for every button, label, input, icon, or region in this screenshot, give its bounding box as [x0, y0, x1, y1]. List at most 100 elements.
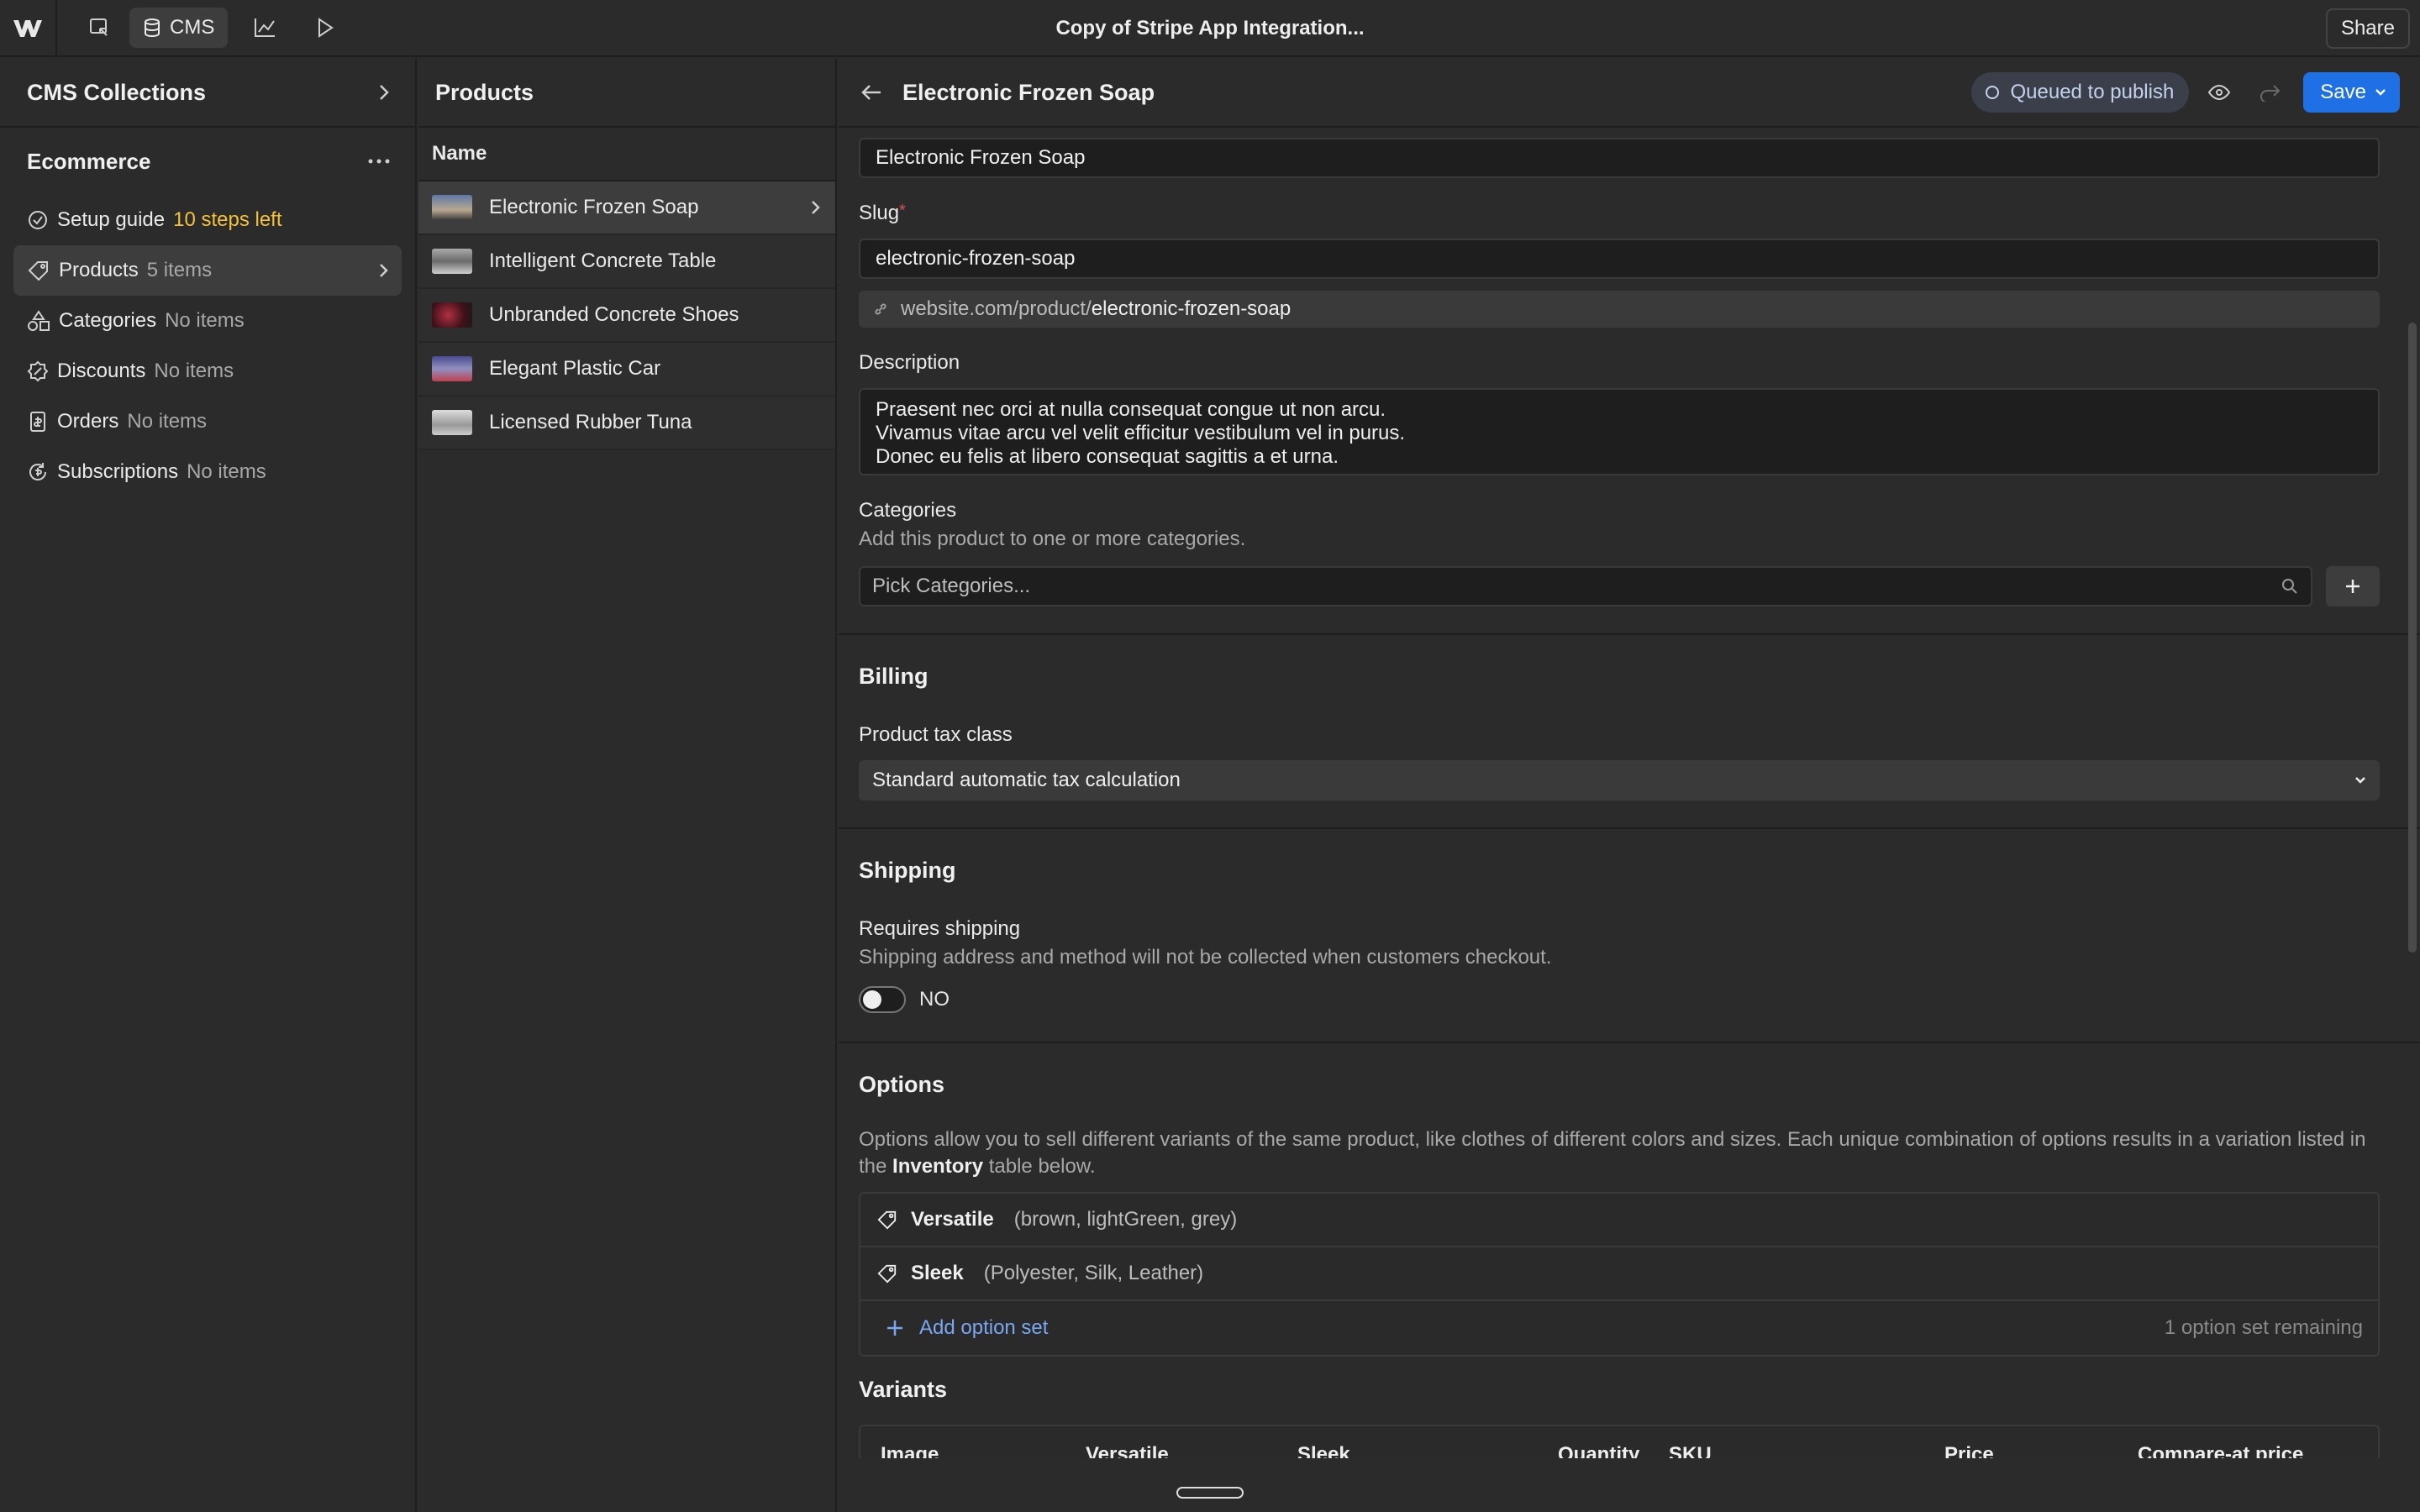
variants-table: Image Versatile Sleek Quantity SKU Price… [859, 1425, 2380, 1458]
tax-class-label: Product tax class [859, 723, 1013, 746]
sidebar-item-products[interactable]: Products 5 items [13, 245, 402, 296]
status-label: Queued to publish [2010, 81, 2175, 103]
slug-label: Slug* [859, 202, 2380, 225]
chevron-down-icon[interactable] [2375, 88, 2386, 97]
sidebar-item-categories[interactable]: Categories No items [13, 296, 402, 346]
chevron-down-icon [2355, 777, 2365, 784]
categories-label: Categories [859, 499, 957, 522]
options-help: Options allow you to sell different vari… [859, 1126, 2381, 1180]
shipping-toggle-label: NO [919, 988, 950, 1011]
pages-icon[interactable] [76, 8, 123, 48]
sidebar-item-orders[interactable]: Orders No items [13, 396, 402, 447]
cms-tab-label: CMS [170, 16, 215, 39]
sidebar-item-count: No items [187, 460, 266, 483]
product-row[interactable]: Licensed Rubber Tuna [418, 396, 835, 450]
chevron-right-icon [380, 264, 388, 277]
redo-icon[interactable] [2249, 72, 2290, 113]
variants-column-header[interactable]: Compare-at price [2138, 1443, 2303, 1458]
sidebar-item-label: Categories [59, 309, 157, 332]
product-thumbnail [432, 249, 472, 274]
name-field[interactable]: Electronic Frozen Soap [859, 138, 2380, 178]
tax-class-value: Standard automatic tax calculation [872, 769, 1181, 791]
categories-input[interactable]: Pick Categories... [859, 566, 2312, 606]
scrollbar[interactable] [2408, 323, 2417, 953]
option-set-values: (Polyester, Silk, Leather) [983, 1262, 1204, 1284]
tag-icon [877, 1264, 897, 1284]
cms-tab-button[interactable]: CMS [129, 8, 229, 48]
variants-column-header[interactable]: Sleek [1297, 1443, 1350, 1458]
sidebar-item-count: No items [165, 309, 245, 332]
section-divider [839, 1042, 2420, 1043]
sidebar-item-count: No items [154, 360, 234, 382]
horizontal-scroll-handle[interactable] [1176, 1487, 1244, 1499]
products-list-panel: Products Name Electronic Frozen Soap Int… [418, 59, 837, 1512]
subscription-icon [29, 463, 46, 480]
categories-placeholder: Pick Categories... [872, 575, 1031, 597]
option-set-name: Versatile [911, 1208, 994, 1231]
database-icon [145, 18, 160, 38]
categories-help: Add this product to one or more categori… [859, 528, 1246, 550]
tax-class-select[interactable]: Standard automatic tax calculation [859, 760, 2380, 801]
slug-url: website.com/product/electronic-frozen-so… [901, 297, 1291, 321]
play-icon[interactable] [302, 8, 349, 48]
save-button[interactable]: Save [2303, 72, 2400, 113]
product-row[interactable]: Electronic Frozen Soap [418, 181, 835, 235]
chevron-right-icon[interactable] [378, 83, 390, 102]
variants-column-header[interactable]: Price [1944, 1443, 1994, 1458]
variants-column-header[interactable]: Quantity [1558, 1443, 1639, 1458]
name-column-header[interactable]: Name [418, 128, 835, 181]
sidebar-item-discounts[interactable]: Discounts No items [13, 346, 402, 396]
sidebar-item-label: Discounts [57, 360, 146, 382]
slug-field[interactable]: electronic-frozen-soap [859, 239, 2380, 279]
more-options-icon[interactable] [368, 158, 390, 165]
analytics-icon[interactable] [241, 8, 288, 48]
cms-collections-title: CMS Collections [27, 79, 207, 105]
add-option-set-button[interactable]: Add option set [919, 1316, 1048, 1340]
shipping-toggle-row: NO [859, 986, 2380, 1013]
slug-url-path: electronic-frozen-soap [1091, 297, 1292, 320]
description-textarea[interactable]: Praesent nec orci at nulla consequat con… [859, 388, 2380, 475]
product-detail-header: Electronic Frozen Soap Queued to publish… [839, 59, 2420, 128]
variants-column-header[interactable]: Image [881, 1443, 939, 1458]
description-label: Description [859, 351, 960, 374]
sidebar-item-label: Products [59, 259, 139, 281]
back-arrow-icon[interactable] [860, 83, 882, 102]
product-thumbnail [432, 302, 472, 328]
shipping-help: Shipping address and method will not be … [859, 946, 1552, 969]
product-detail-title: Electronic Frozen Soap [902, 79, 1155, 105]
preview-eye-icon[interactable] [2199, 72, 2239, 113]
share-button[interactable]: Share [2325, 8, 2410, 49]
cms-collections-header: CMS Collections [0, 59, 415, 128]
check-circle-icon [29, 211, 47, 229]
shipping-toggle[interactable] [859, 986, 906, 1013]
product-row[interactable]: Elegant Plastic Car [418, 343, 835, 396]
sidebar-item-setup-guide[interactable]: Setup guide 10 steps left [13, 195, 402, 245]
receipt-icon [30, 412, 45, 432]
variants-column-header[interactable]: SKU [1669, 1443, 1712, 1458]
product-name: Electronic Frozen Soap [489, 196, 699, 218]
description-line: Vivamus vitae arcu vel velit efficitur v… [876, 422, 1406, 444]
option-set-row[interactable]: Sleek (Polyester, Silk, Leather) [860, 1247, 2378, 1301]
sidebar-item-label: Subscriptions [57, 460, 179, 483]
product-name: Unbranded Concrete Shoes [489, 303, 739, 326]
webflow-logo-icon[interactable] [0, 0, 57, 56]
product-row[interactable]: Intelligent Concrete Table [418, 235, 835, 289]
variants-column-header[interactable]: Versatile [1086, 1443, 1169, 1458]
requires-shipping-label: Requires shipping [859, 917, 1021, 940]
top-bar: CMS [0, 0, 2420, 57]
option-set-row[interactable]: Versatile (brown, lightGreen, grey) [860, 1194, 2378, 1247]
sidebar-item-subscriptions[interactable]: Subscriptions No items [13, 447, 402, 497]
tag-icon [28, 261, 48, 281]
required-asterisk: * [899, 202, 906, 220]
variants-title: Variants [859, 1377, 948, 1402]
setup-steps-left: 10 steps left [173, 208, 282, 231]
option-sets-list: Versatile (brown, lightGreen, grey) Slee… [859, 1192, 2380, 1357]
sidebar-item-count: No items [127, 410, 208, 433]
product-thumbnail [432, 356, 472, 381]
product-row[interactable]: Unbranded Concrete Shoes [418, 289, 835, 343]
plus-icon[interactable] [886, 1319, 904, 1337]
sidebar-item-count: 5 items [146, 259, 213, 281]
product-thumbnail [432, 410, 472, 435]
product-detail-panel: Electronic Frozen Soap Queued to publish… [839, 59, 2420, 1512]
add-category-button[interactable] [2326, 566, 2380, 606]
